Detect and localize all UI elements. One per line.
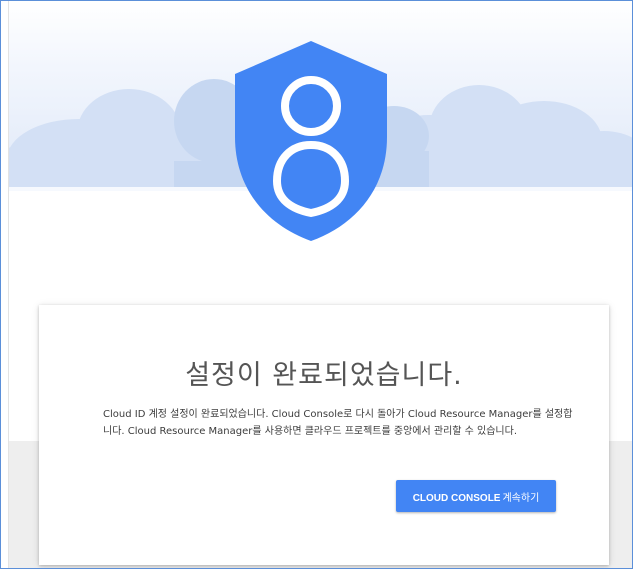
completion-card: 설정이 완료되었습니다. Cloud ID 계정 설정이 완료되었습니다. Cl… <box>39 305 609 565</box>
continue-cloud-console-button[interactable]: CLOUD CONSOLE 계속하기 <box>396 480 556 512</box>
button-label-strong: CLOUD CONSOLE <box>412 492 501 504</box>
left-edge <box>1 1 9 568</box>
page-frame: 설정이 완료되었습니다. Cloud ID 계정 설정이 완료되었습니다. Cl… <box>0 0 633 569</box>
completion-title: 설정이 완료되었습니다. <box>185 360 463 391</box>
button-label-rest: 계속하기 <box>502 492 540 504</box>
shield-user-icon <box>235 41 387 241</box>
completion-message: Cloud ID 계정 설정이 완료되었습니다. Cloud Console로 … <box>103 409 573 437</box>
